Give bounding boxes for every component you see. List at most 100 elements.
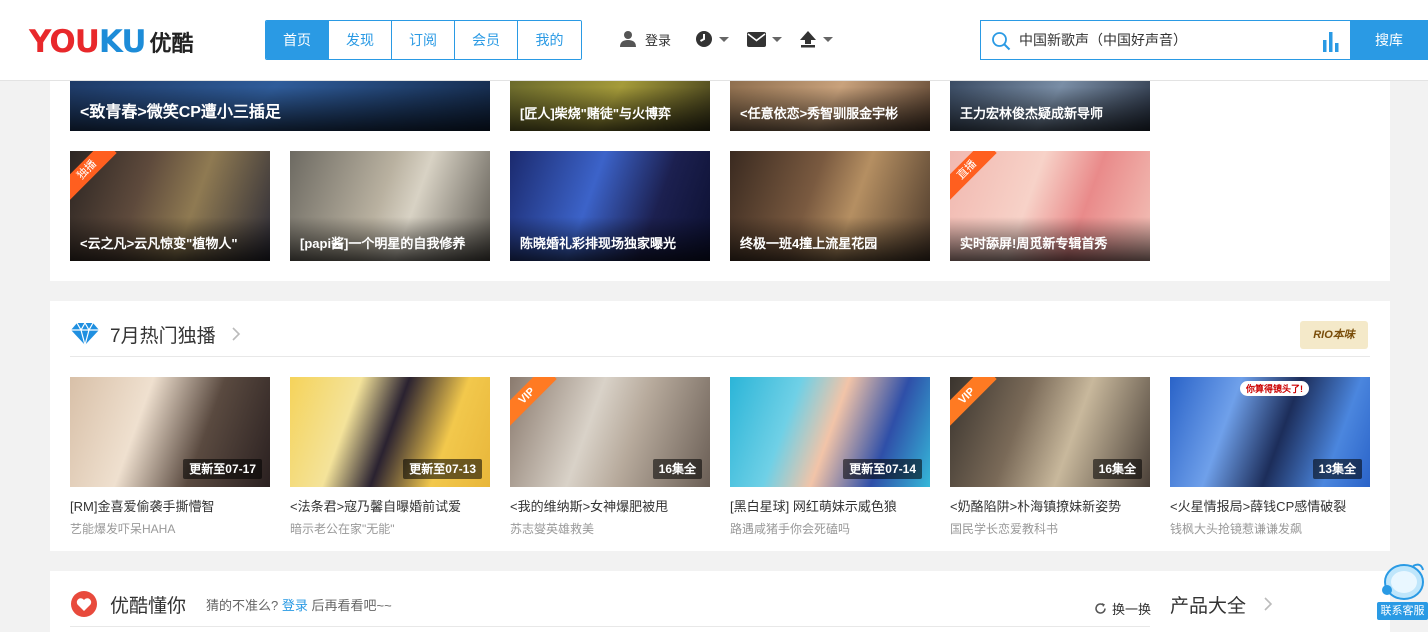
video-subtitle: 路遇咸猪手你会死磕吗 bbox=[730, 522, 851, 536]
video-title[interactable]: <火星情报局>薛钱CP感情破裂 bbox=[1170, 496, 1370, 515]
tab-subscribe[interactable]: 订阅 bbox=[392, 21, 455, 59]
section-title: 7月热门独播 bbox=[110, 325, 216, 347]
refresh-icon bbox=[1095, 603, 1106, 614]
tab-mine[interactable]: 我的 bbox=[518, 21, 581, 59]
featured-video[interactable]: 独播 <云之凡>云凡惊变"植物人" bbox=[70, 151, 270, 261]
video-caption: 陈晓婚礼彩排现场独家曝光 bbox=[520, 236, 677, 251]
chevron-down-icon bbox=[823, 36, 833, 42]
user-icon bbox=[620, 31, 636, 47]
featured-video[interactable]: 陈晓婚礼彩排现场独家曝光 bbox=[510, 151, 710, 261]
video-caption: [papi酱]一个明星的自我修养 bbox=[300, 236, 466, 251]
video-caption: 终极一班4撞上流星花园 bbox=[740, 236, 878, 251]
video-subtitle: 国民学长恋爱教科书 bbox=[950, 522, 1059, 536]
mascot-icon bbox=[1382, 563, 1424, 600]
message-menu[interactable] bbox=[747, 28, 782, 50]
youku-logo[interactable]: YOUKU 优酷 bbox=[29, 24, 194, 60]
section-header[interactable]: 7月热门独播 bbox=[70, 319, 241, 349]
refresh-button[interactable]: 换一换 bbox=[1094, 599, 1151, 618]
video-caption: 王力宏林俊杰疑成新导师 bbox=[960, 106, 1104, 121]
video-subtitle: 艺能爆发吓呆HAHA bbox=[70, 522, 176, 536]
chevron-down-icon bbox=[719, 36, 729, 42]
video-thumb[interactable]: 更新至07-14 bbox=[730, 377, 930, 487]
logo-wordmark: YOUKU bbox=[29, 24, 147, 60]
video-title[interactable]: <法条君>寇乃馨自曝婚前试爱 bbox=[290, 496, 490, 515]
episode-badge: 更新至07-17 bbox=[183, 459, 262, 479]
speech-bubble: 你算得镜头了! bbox=[1240, 381, 1309, 396]
section-divider bbox=[70, 356, 1370, 357]
video-card[interactable]: 更新至07-17 [RM]金喜爱偷袭手撕懵智 艺能爆发吓呆HAHA bbox=[70, 377, 270, 537]
episode-badge: 13集全 bbox=[1312, 459, 1362, 479]
tab-member[interactable]: 会员 bbox=[455, 21, 518, 59]
login-label: 登录 bbox=[645, 32, 672, 48]
video-caption: [匠人]柴烧"赌徒"与火博弈 bbox=[520, 106, 671, 121]
recommend-section: 优酷懂你 猜的不准么? 登录 后再看看吧~~ 换一换 产品大全 bbox=[50, 571, 1390, 632]
section-divider bbox=[70, 626, 1150, 627]
refresh-label: 换一换 bbox=[1112, 602, 1152, 617]
video-thumb[interactable]: 更新至07-13 bbox=[290, 377, 490, 487]
main-nav: 首页 发现 订阅 会员 我的 bbox=[265, 20, 582, 60]
episode-badge: 16集全 bbox=[1092, 459, 1142, 479]
tab-home[interactable]: 首页 bbox=[266, 21, 329, 59]
search-box bbox=[980, 20, 1351, 60]
video-caption: <致青春>微笑CP遭小三插足 bbox=[80, 104, 281, 121]
search-button[interactable]: 搜库 bbox=[1350, 20, 1428, 60]
chart-bars-icon[interactable] bbox=[1322, 30, 1340, 52]
video-card[interactable]: 更新至07-13 <法条君>寇乃馨自曝婚前试爱 暗示老公在家"无能" bbox=[290, 377, 490, 537]
video-caption: 实时舔屏!周觅新专辑首秀 bbox=[960, 236, 1108, 251]
history-menu[interactable] bbox=[695, 28, 729, 50]
products-title: 产品大全 bbox=[1170, 595, 1247, 617]
video-subtitle: 暗示老公在家"无能" bbox=[290, 522, 395, 536]
video-thumb[interactable]: VIP 16集全 bbox=[950, 377, 1150, 487]
upload-menu[interactable] bbox=[799, 28, 833, 50]
top-header: YOUKU 优酷 首页 发现 订阅 会员 我的 登录 搜库 bbox=[0, 0, 1428, 81]
video-card[interactable]: VIP 16集全 <奶酪陷阱>朴海镇撩妹新姿势 国民学长恋爱教科书 bbox=[950, 377, 1150, 537]
featured-panel: <致青春>微笑CP遭小三插足 [匠人]柴烧"赌徒"与火博弈 <任意依恋>秀智驯服… bbox=[50, 80, 1390, 281]
chevron-right-icon bbox=[232, 327, 240, 341]
video-title[interactable]: <我的维纳斯>女神爆肥被甩 bbox=[510, 496, 710, 515]
featured-video[interactable]: 终极一班4撞上流星花园 bbox=[730, 151, 930, 261]
featured-video[interactable]: <任意依恋>秀智驯服金宇彬 bbox=[730, 80, 930, 131]
video-thumb[interactable]: 你算得镜头了! 13集全 bbox=[1170, 377, 1370, 487]
login-button[interactable]: 登录 bbox=[619, 28, 671, 50]
july-exclusive-section: 7月热门独播 RIO本味 更新至07-17 [RM]金喜爱偷袭手撕懵智 艺能爆发… bbox=[50, 301, 1390, 551]
chevron-right-icon bbox=[1264, 597, 1273, 611]
video-subtitle: 钱枫大头抢镜惹谦谦发飙 bbox=[1170, 522, 1303, 536]
search-icon bbox=[992, 32, 1011, 51]
video-title[interactable]: [黑白星球] 网红萌妹示威色狼 bbox=[730, 496, 930, 515]
featured-video[interactable]: [匠人]柴烧"赌徒"与火博弈 bbox=[510, 80, 710, 131]
guess-hint: 猜的不准么? 登录 后再看看吧~~ bbox=[206, 597, 392, 613]
featured-video[interactable]: <致青春>微笑CP遭小三插足 bbox=[70, 80, 490, 131]
section-header: 优酷懂你 猜的不准么? 登录 后再看看吧~~ bbox=[70, 589, 392, 619]
chevron-down-icon bbox=[772, 36, 782, 42]
video-card[interactable]: 更新至07-14 [黑白星球] 网红萌妹示威色狼 路遇咸猪手你会死磕吗 bbox=[730, 377, 930, 537]
video-card[interactable]: 你算得镜头了! 13集全 <火星情报局>薛钱CP感情破裂 钱枫大头抢镜惹谦谦发飙 bbox=[1170, 377, 1370, 537]
episode-badge: 更新至07-14 bbox=[843, 459, 922, 479]
diamond-icon bbox=[71, 322, 99, 346]
video-thumb[interactable]: VIP 16集全 bbox=[510, 377, 710, 487]
video-title[interactable]: [RM]金喜爱偷袭手撕懵智 bbox=[70, 496, 270, 515]
video-thumb[interactable]: 更新至07-17 bbox=[70, 377, 270, 487]
logo-chinese: 优酷 bbox=[149, 31, 194, 56]
featured-video[interactable]: [papi酱]一个明星的自我修养 bbox=[290, 151, 490, 261]
featured-video[interactable]: 王力宏林俊杰疑成新导师 bbox=[950, 80, 1150, 131]
section-title: 优酷懂你 bbox=[110, 595, 187, 617]
upload-icon bbox=[800, 31, 816, 48]
episode-badge: 16集全 bbox=[652, 459, 702, 479]
heart-icon bbox=[71, 591, 97, 617]
featured-video[interactable]: 直播 实时舔屏!周觅新专辑首秀 bbox=[950, 151, 1150, 261]
products-header[interactable]: 产品大全 bbox=[1170, 589, 1273, 619]
video-title[interactable]: <奶酪陷阱>朴海镇撩妹新姿势 bbox=[950, 496, 1150, 515]
service-label: 联系客服 bbox=[1377, 602, 1428, 620]
clock-icon bbox=[696, 31, 712, 47]
login-link[interactable]: 登录 bbox=[282, 598, 308, 613]
customer-service-button[interactable]: 联系客服 bbox=[1377, 560, 1428, 620]
video-subtitle: 苏志燮英雄救美 bbox=[510, 522, 595, 536]
episode-badge: 更新至07-13 bbox=[403, 459, 482, 479]
search-input[interactable] bbox=[1019, 21, 1309, 59]
video-caption: <任意依恋>秀智驯服金宇彬 bbox=[740, 106, 899, 121]
tab-discover[interactable]: 发现 bbox=[329, 21, 392, 59]
video-caption: <云之凡>云凡惊变"植物人" bbox=[80, 236, 238, 251]
sponsor-logo[interactable]: RIO本味 bbox=[1300, 321, 1368, 349]
mail-icon bbox=[747, 31, 766, 47]
video-card[interactable]: VIP 16集全 <我的维纳斯>女神爆肥被甩 苏志燮英雄救美 bbox=[510, 377, 710, 537]
